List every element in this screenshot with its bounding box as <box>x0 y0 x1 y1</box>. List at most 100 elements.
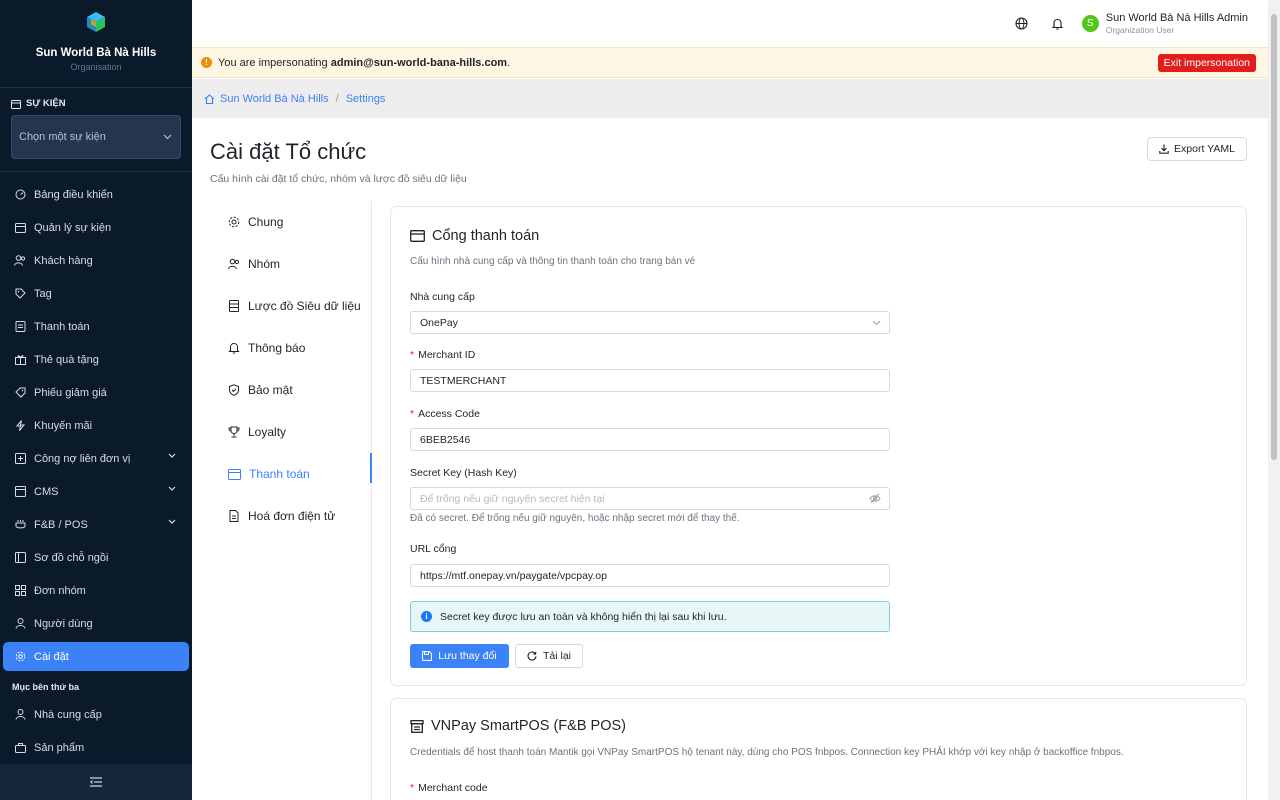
breadcrumb-home[interactable]: Sun World Bà Nà Hills <box>220 93 329 105</box>
sidebar: Sun World Bà Nà Hills Organisation SỰ KI… <box>0 0 192 800</box>
bell-icon <box>228 342 240 354</box>
sidebar-item-users[interactable]: Người dùng <box>0 607 192 640</box>
sidebar-item-settings[interactable]: Cài đặt <box>3 642 189 671</box>
page-subtitle: Cấu hình cài đặt tổ chức, nhóm và lược đ… <box>210 173 467 185</box>
required-marker: * <box>410 782 415 794</box>
settings-tabs: Chung Nhóm Lược đồ Siêu dữ liệu Thông bá… <box>210 201 372 800</box>
calendar-icon <box>14 222 26 234</box>
settings-icon <box>14 651 26 663</box>
sidebar-item-label: Tag <box>34 287 52 300</box>
shield-icon <box>229 384 239 396</box>
sidebar-item-gift-cards[interactable]: Thẻ quà tặng <box>0 343 192 376</box>
trophy-icon <box>228 426 240 438</box>
settings-icon <box>228 216 240 228</box>
access-code-label: Access Code <box>418 408 480 420</box>
tab-label: Nhóm <box>248 257 281 271</box>
scrollbar-thumb[interactable] <box>1271 14 1277 460</box>
home-icon <box>204 93 215 104</box>
exit-impersonation-button[interactable]: Exit impersonation <box>1157 54 1256 72</box>
save-changes-button[interactable]: Lưu thay đổi <box>410 644 509 668</box>
coupon-icon <box>14 387 26 399</box>
language-button[interactable] <box>1004 6 1040 42</box>
reload-icon <box>527 651 537 661</box>
topbar: S Sun World Bà Nà Hills Admin Organizati… <box>192 0 1268 47</box>
tab-security[interactable]: Bảo mật <box>210 369 371 411</box>
tab-e-invoice[interactable]: Hoá đơn điện tử <box>210 495 371 537</box>
chevron-down-icon <box>168 453 176 458</box>
tab-payments[interactable]: Thanh toán <box>210 453 372 495</box>
merchant-id-input[interactable]: TESTMERCHANT <box>410 369 890 392</box>
gift-icon <box>14 354 26 366</box>
reload-button[interactable]: Tải lại <box>515 644 583 668</box>
save-icon <box>422 651 433 661</box>
sidebar-item-events[interactable]: Quản lý sự kiện <box>0 211 192 244</box>
sidebar-item-products[interactable]: Sản phẩm <box>0 731 192 764</box>
sidebar-item-label: Thanh toán <box>34 320 90 333</box>
vnpay-smartpos-card: VNPay SmartPOS (F&B POS) Credentials để … <box>390 698 1247 800</box>
tag-icon <box>14 288 26 300</box>
sidebar-item-label: Phiếu giảm giá <box>34 386 107 399</box>
globe-icon <box>1015 17 1028 30</box>
sidebar-item-seat-map[interactable]: Sơ đồ chỗ ngồi <box>0 541 192 574</box>
impersonation-prefix: You are impersonating <box>218 56 328 69</box>
sidebar-item-coupons[interactable]: Phiếu giảm giá <box>0 376 192 409</box>
menu-fold-icon <box>90 777 102 787</box>
merchant-id-value: TESTMERCHANT <box>420 374 507 387</box>
sidebar-item-dashboard[interactable]: Bảng điều khiển <box>0 178 192 211</box>
sidebar-item-fnb-pos[interactable]: F&B / POS <box>0 508 192 541</box>
sidebar-item-group-orders[interactable]: Đơn nhóm <box>0 574 192 607</box>
provider-label: Nhà cung cấp <box>410 291 475 303</box>
user-menu[interactable]: S Sun World Bà Nà Hills Admin Organizati… <box>1081 12 1248 35</box>
card-title: Cổng thanh toán <box>432 228 540 244</box>
seatmap-icon <box>14 552 26 564</box>
tab-general[interactable]: Chung <box>210 201 371 243</box>
info-icon: i <box>421 611 432 622</box>
sidebar-item-cms[interactable]: CMS <box>0 475 192 508</box>
tab-label: Lược đồ Siêu dữ liệu <box>248 299 361 313</box>
eye-invisible-icon[interactable] <box>869 493 881 504</box>
sidebar-item-suppliers[interactable]: Nhà cung cấp <box>0 698 192 731</box>
calendar-icon <box>11 99 21 109</box>
supplier-icon <box>14 709 26 721</box>
bell-icon <box>1052 18 1064 30</box>
cms-icon <box>14 486 26 498</box>
avatar: S <box>1081 15 1099 32</box>
tab-groups[interactable]: Nhóm <box>210 243 371 285</box>
card-description: Credentials để host thanh toán Mantik gọ… <box>410 747 1124 758</box>
secret-key-helper: Đã có secret. Để trống nếu giữ nguyên, h… <box>410 513 740 524</box>
sidebar-item-customers[interactable]: Khách hàng <box>0 244 192 277</box>
sidebar-item-promotions[interactable]: Khuyến mãi <box>0 409 192 442</box>
export-yaml-button[interactable]: Export YAML <box>1147 137 1247 161</box>
sidebar-collapse-button[interactable] <box>0 764 192 800</box>
event-section-label: SỰ KIỆN <box>26 98 66 109</box>
event-select-placeholder: Chọn một sự kiện <box>19 131 106 143</box>
fnb-icon <box>14 519 26 531</box>
sidebar-item-label: Công nợ liên đơn vị <box>34 452 131 465</box>
provider-select[interactable]: OnePay <box>410 311 890 334</box>
event-select[interactable]: Chọn một sự kiện <box>11 115 181 159</box>
merchant-code-label: Merchant code <box>418 782 488 794</box>
promo-icon <box>14 420 26 432</box>
shop-icon <box>410 719 424 733</box>
sidebar-item-label: CMS <box>34 485 59 498</box>
tab-label: Chung <box>248 215 284 229</box>
chevron-down-icon <box>168 486 176 491</box>
tab-metadata-schema[interactable]: Lược đồ Siêu dữ liệu <box>210 285 371 327</box>
sidebar-item-label: Đơn nhóm <box>34 584 86 597</box>
gateway-url-input[interactable]: https://mtf.onepay.vn/paygate/vpcpay.op <box>410 564 890 587</box>
breadcrumb-current[interactable]: Settings <box>346 93 386 105</box>
tab-loyalty[interactable]: Loyalty <box>210 411 371 453</box>
chevron-down-icon <box>168 519 176 524</box>
sidebar-item-payments[interactable]: Thanh toán <box>0 310 192 343</box>
breadcrumb: Sun World Bà Nà Hills / Settings <box>192 79 1268 118</box>
secret-key-input[interactable]: Để trống nếu giữ nguyên secret hiện tại <box>410 487 890 510</box>
notifications-button[interactable] <box>1040 6 1076 42</box>
access-code-input[interactable]: 6BEB2546 <box>410 428 890 451</box>
required-marker: * <box>410 408 415 420</box>
sidebar-nav: Bảng điều khiển Quản lý sự kiện Khách hà… <box>0 172 192 764</box>
sidebar-item-inter-unit-debt[interactable]: Công nợ liên đơn vị <box>0 442 192 475</box>
sidebar-item-tag[interactable]: Tag <box>0 277 192 310</box>
page-scrollbar[interactable] <box>1268 0 1280 800</box>
tab-notifications[interactable]: Thông báo <box>210 327 371 369</box>
sidebar-item-label: Nhà cung cấp <box>34 708 102 721</box>
